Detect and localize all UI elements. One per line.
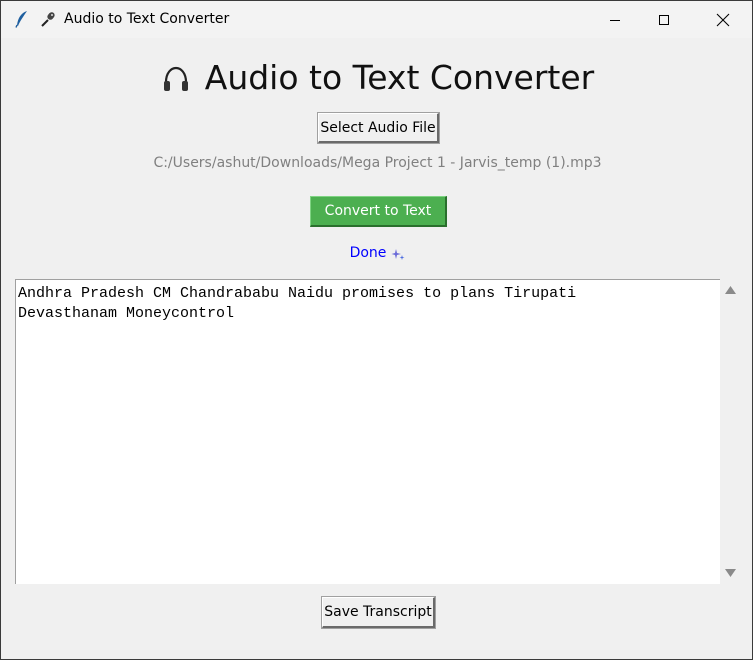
select-audio-file-button[interactable]: Select Audio File [317,112,440,144]
maximize-icon [659,14,669,25]
scroll-down-arrow-icon[interactable] [724,568,737,578]
minimize-icon [610,19,620,21]
maximize-button[interactable] [641,1,687,38]
save-transcript-button[interactable]: Save Transcript [321,596,436,629]
selected-file-path: C:/Users/ashut/Downloads/Mega Project 1 … [153,155,602,171]
convert-to-text-button[interactable]: Convert to Text [310,196,447,227]
close-icon [716,13,730,26]
page-heading: Audio to Text Converter [1,57,753,97]
feather-icon [15,11,27,28]
status-label: Done [1,245,753,261]
title-bar[interactable]: Audio to Text Converter [1,1,752,38]
sparkle-icon [391,249,405,260]
headphones-icon [163,66,188,91]
app-window: Audio to Text Converter Audio to Text Co… [0,0,753,660]
minimize-button[interactable] [592,1,638,38]
window-title: Audio to Text Converter [64,11,230,27]
transcript-textarea[interactable]: Andhra Pradesh CM Chandrababu Naidu prom… [15,279,720,584]
scroll-up-arrow-icon[interactable] [724,285,737,295]
status-text: Done [349,245,387,261]
close-button[interactable] [700,1,746,38]
microphone-icon [41,12,55,27]
transcript-scrollbar[interactable] [720,279,741,584]
page-title: Audio to Text Converter [204,57,595,97]
